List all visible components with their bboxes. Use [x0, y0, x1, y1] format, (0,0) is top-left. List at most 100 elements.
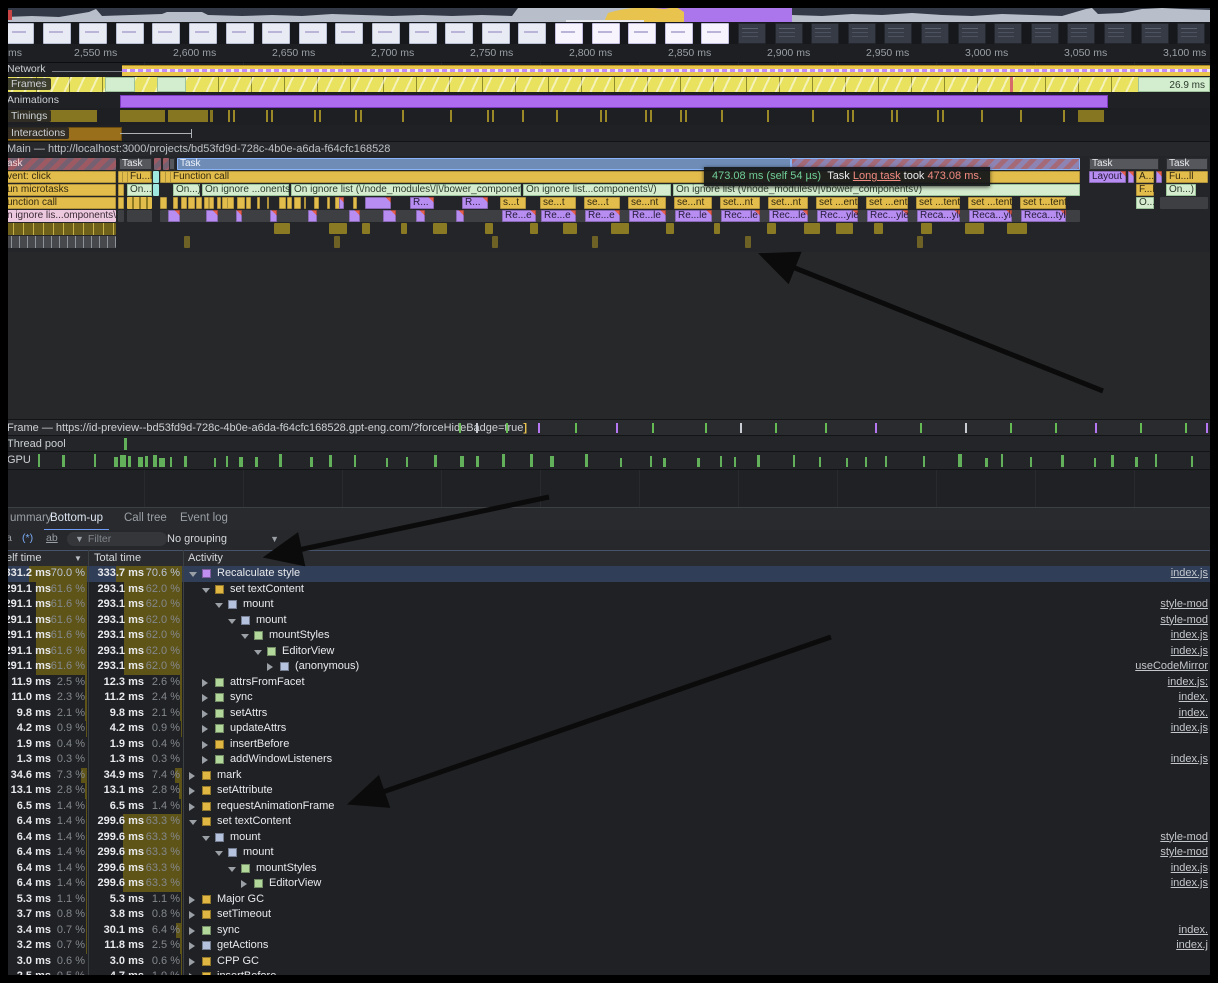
source-link[interactable]: index.js	[1171, 721, 1208, 737]
flame-bar[interactable]	[154, 158, 161, 170]
activity-label[interactable]: mount	[243, 845, 274, 861]
flame-bar[interactable]: set t...tent	[1020, 197, 1066, 209]
main-flame-chart[interactable]: askTaskTaskTaskTaskvent: clickFu...llFun…	[4, 156, 1210, 252]
expand-arrow-icon[interactable]	[215, 603, 223, 608]
flame-bar[interactable]: R...	[410, 197, 434, 209]
expand-arrow-icon[interactable]	[189, 820, 197, 825]
filter-input[interactable]: ▼Filter	[67, 532, 167, 546]
regex-icon[interactable]: (*)	[22, 532, 33, 544]
flame-bar[interactable]: s...t	[500, 197, 526, 209]
flame-bar[interactable]	[4, 223, 116, 235]
activity-label[interactable]: sync	[230, 690, 253, 706]
timing-block[interactable]	[120, 110, 165, 122]
expand-arrow-icon[interactable]	[228, 619, 236, 624]
flame-bar[interactable]: Rec...le	[721, 210, 760, 222]
filmstrip-thumbnail[interactable]	[811, 23, 839, 44]
flame-bar[interactable]: set...nt	[720, 197, 760, 209]
expand-arrow-icon[interactable]	[228, 867, 236, 872]
collapse-arrow-icon[interactable]	[189, 927, 195, 935]
filmstrip-thumbnail[interactable]	[482, 23, 510, 44]
source-link[interactable]: useCodeMirror	[1135, 659, 1208, 675]
filmstrip-thumbnail[interactable]	[116, 23, 144, 44]
filmstrip-thumbnail[interactable]	[43, 23, 71, 44]
table-row[interactable]: 6.5 ms1.4 %6.5 ms1.4 %requestAnimationFr…	[4, 799, 1210, 815]
table-row[interactable]: 11.0 ms2.3 %11.2 ms2.4 %syncindex.	[4, 690, 1210, 706]
activity-label[interactable]: Recalculate style	[217, 566, 300, 582]
flame-bar[interactable]: se...t	[584, 197, 620, 209]
filmstrip-thumbnail[interactable]	[665, 23, 693, 44]
frame-segment[interactable]	[105, 77, 135, 92]
filmstrip-thumbnail[interactable]	[1177, 23, 1205, 44]
collapse-arrow-icon[interactable]	[189, 896, 195, 904]
column-total-time[interactable]: Total time	[94, 552, 141, 564]
flame-bar[interactable]: vent: click	[4, 171, 116, 183]
flame-bar[interactable]: Reca...yle	[917, 210, 960, 222]
activity-label[interactable]: set textContent	[217, 814, 291, 830]
table-row[interactable]: 34.6 ms7.3 %34.9 ms7.4 %mark	[4, 768, 1210, 784]
collapse-arrow-icon[interactable]	[202, 725, 208, 733]
expand-arrow-icon[interactable]	[189, 572, 197, 577]
filmstrip-thumbnail[interactable]	[1141, 23, 1169, 44]
flame-bar[interactable]: un microtasks	[4, 184, 116, 196]
table-row[interactable]: 291.1 ms61.6 %293.1 ms62.0 %(anonymous)u…	[4, 659, 1210, 675]
source-link[interactable]: index.	[1179, 706, 1208, 722]
filmstrip-thumbnail[interactable]	[262, 23, 290, 44]
collapse-arrow-icon[interactable]	[267, 663, 273, 671]
flame-bar[interactable]: Fu...ll	[1166, 171, 1208, 183]
source-link[interactable]: index.js:	[1168, 675, 1208, 691]
table-row[interactable]: 291.1 ms61.6 %293.1 ms62.0 %mountStylesi…	[4, 628, 1210, 644]
table-row[interactable]: 291.1 ms61.6 %293.1 ms62.0 %set textCont…	[4, 582, 1210, 598]
table-row[interactable]: 291.1 ms61.6 %293.1 ms62.0 %mountstyle-m…	[4, 597, 1210, 613]
filmstrip-thumbnail[interactable]	[299, 23, 327, 44]
flame-bar[interactable]: set ...tent	[968, 197, 1012, 209]
collapse-arrow-icon[interactable]	[202, 694, 208, 702]
flame-bar[interactable]: set...nt	[768, 197, 808, 209]
flame-bar[interactable]: On ignore list (\/node_modules\/|\/bower…	[291, 184, 521, 196]
filmstrip-thumbnail[interactable]	[226, 23, 254, 44]
filmstrip-thumbnail[interactable]	[1031, 23, 1059, 44]
activity-label[interactable]: mount	[256, 613, 287, 629]
thread-pool-track[interactable]: Thread pool	[4, 435, 1210, 452]
flame-bar[interactable]: O...	[1136, 197, 1154, 209]
flame-bar[interactable]: Layout	[1089, 171, 1126, 183]
activity-label[interactable]: requestAnimationFrame	[217, 799, 334, 815]
table-row[interactable]: 4.2 ms0.9 %4.2 ms0.9 %updateAttrsindex.j…	[4, 721, 1210, 737]
activity-label[interactable]: setAttrs	[230, 706, 267, 722]
flame-bar[interactable]: Re...e	[541, 210, 576, 222]
filmstrip-thumbnail[interactable]	[958, 23, 986, 44]
flame-bar[interactable]: F...l	[1136, 184, 1154, 196]
gpu-track[interactable]: GPU	[4, 451, 1210, 470]
table-row[interactable]: 1.3 ms0.3 %1.3 ms0.3 %addWindowListeners…	[4, 752, 1210, 768]
table-row[interactable]: 5.3 ms1.1 %5.3 ms1.1 %Major GC	[4, 892, 1210, 908]
flame-bar[interactable]: Re...le	[629, 210, 666, 222]
flame-bar[interactable]: ask	[4, 158, 116, 170]
activity-label[interactable]: attrsFromFacet	[230, 675, 305, 691]
collapse-arrow-icon[interactable]	[189, 772, 195, 780]
flame-bar[interactable]: On ignore list...components\/)	[523, 184, 671, 196]
interactions-track[interactable]: Interactions	[4, 125, 1210, 141]
flame-bar[interactable]: se...nt	[674, 197, 712, 209]
flame-bar[interactable]: Task	[1166, 158, 1208, 170]
flame-bar[interactable]: Re...e	[585, 210, 620, 222]
flame-bar[interactable]: set ...ent	[816, 197, 858, 209]
filmstrip-thumbnail[interactable]	[189, 23, 217, 44]
table-row[interactable]: 9.8 ms2.1 %9.8 ms2.1 %setAttrsindex.	[4, 706, 1210, 722]
activity-label[interactable]: setAttribute	[217, 783, 273, 799]
filmstrip-thumbnail[interactable]	[738, 23, 766, 44]
collapse-arrow-icon[interactable]	[189, 787, 195, 795]
tooltip-long-task-link[interactable]: Long task	[853, 170, 901, 182]
source-link[interactable]: style-mod	[1160, 830, 1208, 846]
activity-label[interactable]: getActions	[217, 938, 268, 954]
column-divider[interactable]	[88, 550, 89, 979]
animations-track[interactable]: Animations	[4, 93, 1210, 108]
collapse-arrow-icon[interactable]	[202, 756, 208, 764]
tab-bottom-up[interactable]: Bottom-up	[44, 508, 109, 531]
whole-word-icon[interactable]: ab	[46, 532, 58, 544]
timeline-ruler[interactable]: ms 2,550 ms2,600 ms2,650 ms2,700 ms2,750…	[4, 44, 1210, 63]
column-activity[interactable]: Activity	[188, 552, 223, 564]
frame-segment[interactable]	[186, 77, 1010, 92]
flame-bar[interactable]: unction call	[4, 197, 116, 209]
filmstrip-thumbnail[interactable]	[994, 23, 1022, 44]
source-link[interactable]: index.js	[1171, 752, 1208, 768]
activity-label[interactable]: mount	[243, 597, 274, 613]
